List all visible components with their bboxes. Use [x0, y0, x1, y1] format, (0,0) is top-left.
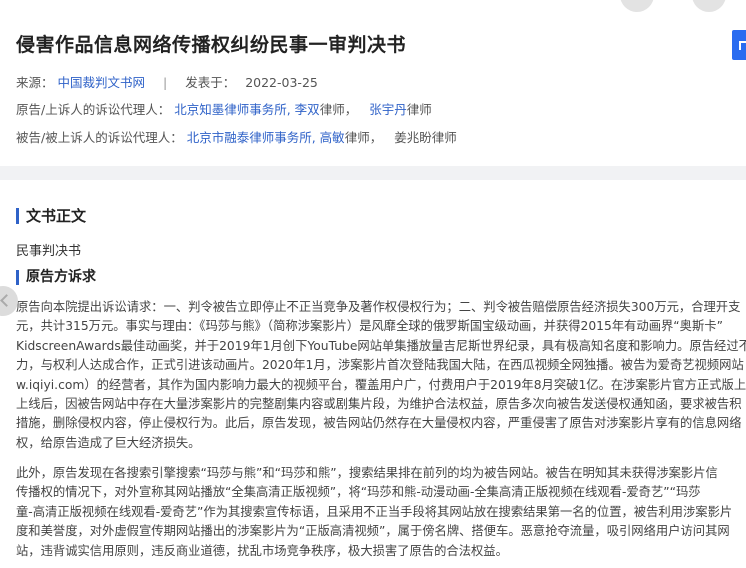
- text-line: 上线后，因被告网站中存在大量涉案影片的完整剧集内容或剧集片段，为维护合法权益，原…: [16, 396, 742, 411]
- claims-paragraph-1: 原告向本院提出诉讼请求：一、判令被告立即停止不正当竞争及著作权侵权行为；二、判令…: [16, 298, 746, 453]
- text-line: 站，违背诚实信用原则，违反商业道德，扰乱市场竞争秩序，极大损害了原告的合法权益。: [16, 543, 508, 558]
- text-line: 力，与权利人达成合作，正式引进该动画片。2020年1月，涉案影片首次登陆我国大陆…: [16, 358, 744, 373]
- defendant-lawyer-1-link[interactable]: 高敏: [320, 130, 345, 145]
- defendant-agents-label: 被告/被上诉人的诉讼代理人：: [16, 130, 183, 145]
- defendant-lawyer-2: 姜兆盼律师: [394, 130, 457, 145]
- plaintiff-agents-row: 原告/上诉人的诉讼代理人： 北京知墨律师事务所, 李双律师， 张宇丹律师: [16, 99, 432, 118]
- plaintiff-agents-label: 原告/上诉人的诉讼代理人：: [16, 102, 171, 117]
- text-line: 传播权的情况下，对外宣称其网站播放“全集高清正版视频”，将“玛莎和熊-动漫动画-…: [16, 485, 701, 500]
- plaintiff-firm-link[interactable]: 北京知墨律师事务所,: [174, 102, 290, 117]
- defendant-agents-row: 被告/被上诉人的诉讼代理人： 北京市融泰律师事务所, 高敏律师， 姜兆盼律师: [16, 127, 457, 146]
- text-line: 度和美誉度，对外虚假宣传期网站播出的涉案影片为“正版高清视频”，属于傍名牌、搭便…: [16, 524, 730, 539]
- text-line: 措施，删除侵权内容，停止侵权行为。此后，原告发现，被告网站仍然存在大量侵权内容，…: [16, 416, 742, 431]
- plaintiff-lawyer-2-suffix: 律师: [406, 102, 432, 117]
- toolbar-circle-button[interactable]: [692, 0, 726, 12]
- date-label: 发表于：: [185, 75, 236, 90]
- source-label: 来源：: [16, 75, 54, 90]
- defendant-lawyer-1-suffix: 律师，: [344, 130, 383, 145]
- claims-title: 原告方诉求: [16, 270, 96, 285]
- chevron-left-icon: [0, 294, 13, 307]
- text-line: 童-高清正版视频在线观看-爱奇艺”作为其搜索宣传标语，且采用不正当手段将其网站放…: [16, 504, 733, 519]
- defendant-firm-link[interactable]: 北京市融泰律师事务所,: [187, 130, 316, 145]
- plaintiff-lawyer-1-link[interactable]: 李双: [295, 102, 320, 117]
- section-title: 文书正文: [16, 208, 86, 224]
- text-line: 原告向本院提出诉讼请求：一、判令被告立即停止不正当竞争及著作权侵权行为；二、判令…: [16, 300, 741, 314]
- publish-date: 2022-03-25: [245, 75, 318, 90]
- text-line: KidscreenAwards最佳动画奖，并于2019年1月创下YouTube网…: [16, 338, 746, 353]
- text-line: w.iqiyi.com）的经营者，其作为国内影响力最大的视频平台，覆盖用户广，付…: [16, 377, 746, 392]
- claims-paragraph-2: 此外，原告发现在各搜索引擎搜索“玛莎与熊”和“玛莎和熊”，搜索结果排在前列的均为…: [16, 464, 746, 561]
- source-link[interactable]: 中国裁判文书网: [58, 75, 146, 90]
- text-line: 元，共计315万元。事实与理由：《玛莎与熊》（简称涉案影片）是风靡全球的俄罗斯国…: [16, 319, 723, 334]
- document-body: 文书正文 民事判决书 原告方诉求 原告向本院提出诉讼请求：一、判令被告立即停止不…: [0, 180, 746, 568]
- document-header: 侵害作品信息网络传播权纠纷民事一审判决书 来源： 中国裁判文书网 | 发表于： …: [0, 0, 746, 166]
- plaintiff-lawyer-1-suffix: 律师，: [319, 102, 358, 117]
- page-title: 侵害作品信息网络传播权纠纷民事一审判决书: [16, 34, 407, 56]
- toolbar-circle-button[interactable]: [620, 0, 654, 12]
- collapse-button[interactable]: [732, 30, 746, 60]
- document-type: 民事判决书: [16, 244, 82, 259]
- chevron-up-icon: [739, 41, 746, 50]
- source-row: 来源： 中国裁判文书网 | 发表于： 2022-03-25: [16, 72, 318, 91]
- plaintiff-lawyer-2-link[interactable]: 张宇丹: [369, 102, 407, 117]
- meta-divider: |: [163, 75, 168, 90]
- text-line: 此外，原告发现在各搜索引擎搜索“玛莎与熊”和“玛莎和熊”，搜索结果排在前列的均为…: [16, 466, 718, 480]
- text-line: 权，给原告造成了巨大经济损失。: [16, 435, 201, 450]
